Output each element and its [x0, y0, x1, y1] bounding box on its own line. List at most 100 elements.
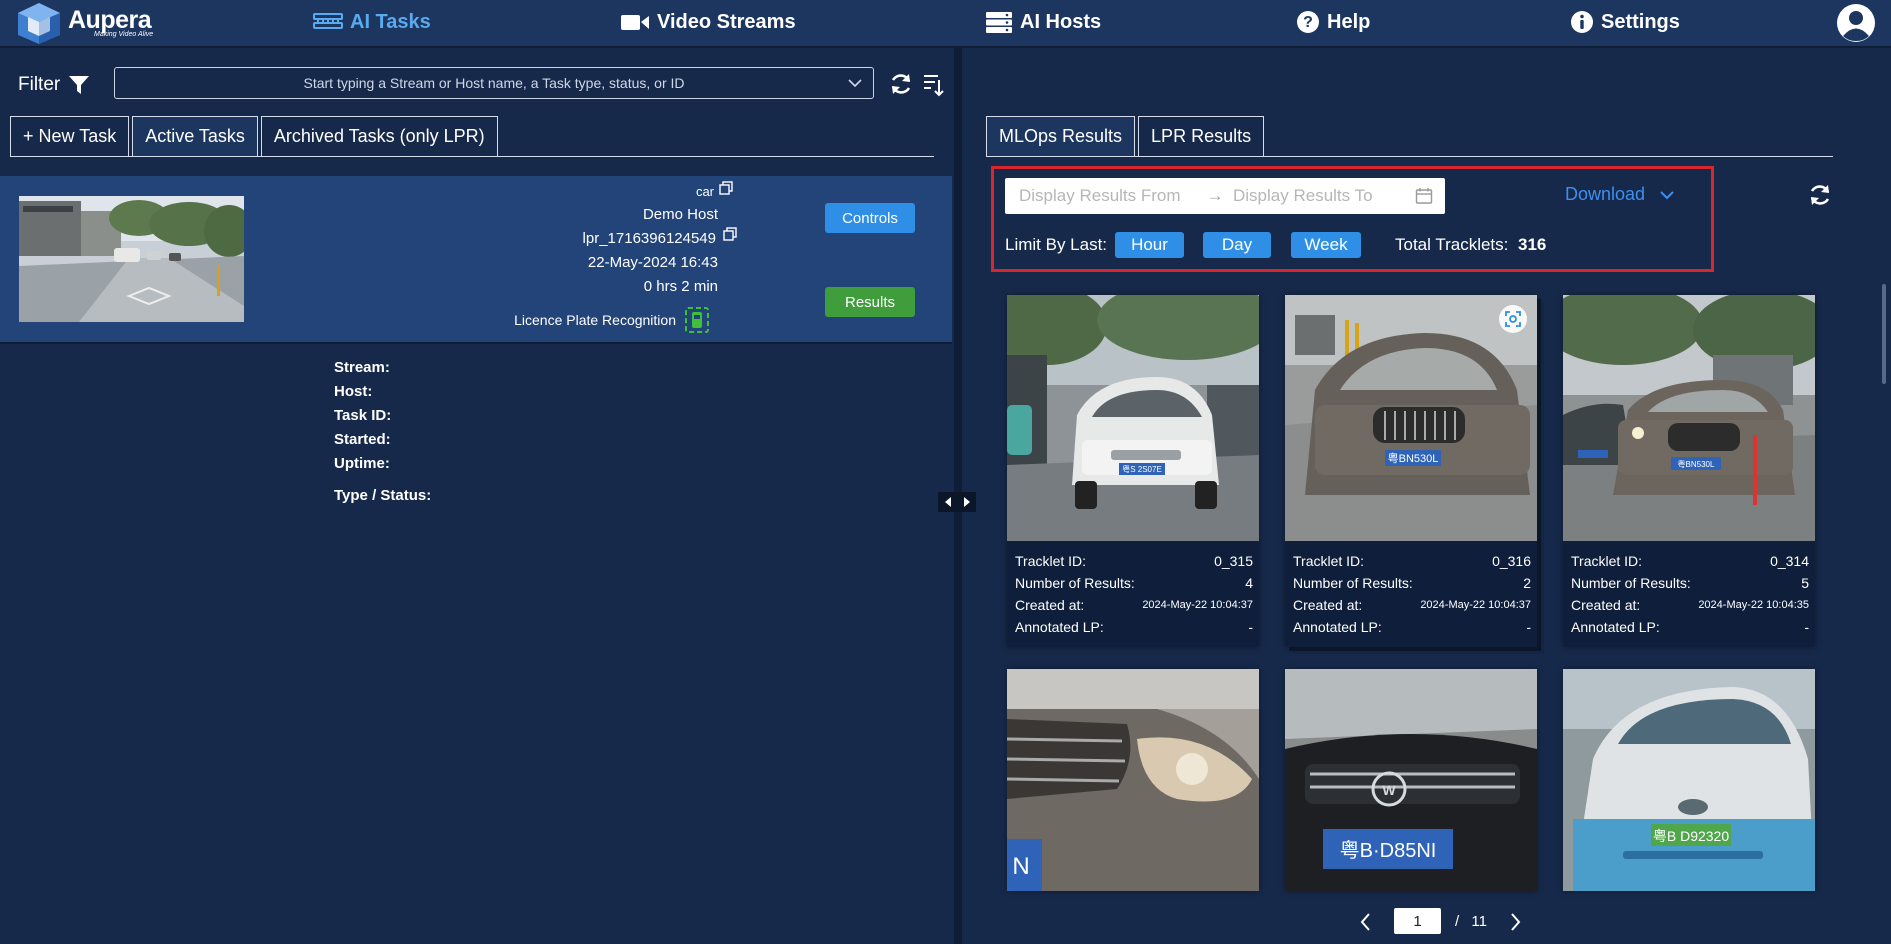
- page-count: 11: [1471, 913, 1487, 930]
- nav-ai-tasks[interactable]: AI Tasks: [313, 0, 431, 44]
- annotated-lp-label: Annotated LP:: [1571, 619, 1660, 635]
- refresh-tasks-button[interactable]: [889, 72, 913, 96]
- tab-mlops-results[interactable]: MLOps Results: [986, 116, 1136, 156]
- next-page-button[interactable]: [1507, 912, 1523, 932]
- tracklet-id-value: 0_315: [1214, 553, 1253, 569]
- tracklet-card[interactable]: 粤BN530L Tracklet ID: 0_314 Number of Resu…: [1563, 295, 1815, 647]
- controls-button[interactable]: Controls: [825, 203, 915, 233]
- tracklet-card-image[interactable]: N: [1007, 669, 1259, 891]
- server-stack-icon: [986, 12, 1012, 33]
- uptime-value: 0 hrs 2 min: [643, 278, 718, 295]
- range-arrow: →: [1206, 186, 1224, 205]
- nav-ai-hosts-label: AI Hosts: [1020, 10, 1102, 33]
- brand-tagline: Making Video Alive: [94, 30, 154, 38]
- num-results-value: 4: [1245, 575, 1253, 591]
- nav-ai-hosts[interactable]: AI Hosts: [985, 0, 1101, 44]
- street-scene-image: [19, 196, 244, 322]
- label-uptime: Uptime:: [334, 455, 390, 472]
- splitter-handle[interactable]: [938, 492, 976, 512]
- label-host: Host:: [334, 383, 373, 400]
- focus-scan-button[interactable]: [1498, 304, 1528, 334]
- nav-video-streams-label: Video Streams: [657, 10, 796, 33]
- page-separator: /: [1455, 913, 1460, 930]
- tab-archived-tasks[interactable]: Archived Tasks (only LPR): [260, 116, 498, 156]
- brand-name: Aupera: [68, 5, 152, 34]
- total-tracklets-value: 316: [1518, 235, 1547, 254]
- filter-search-input[interactable]: Start typing a Stream or Host name, a Ta…: [114, 67, 874, 99]
- host-value: Demo Host: [642, 206, 718, 223]
- tracklet-card[interactable]: 粤S 2S07E Tracklet ID: 0_315 Number of Res…: [1007, 295, 1259, 647]
- filter-funnel-icon: [69, 76, 90, 94]
- results-button[interactable]: Results: [825, 287, 915, 317]
- refresh-icon: [891, 74, 911, 94]
- tracklet-id-label: Tracklet ID:: [1293, 553, 1365, 569]
- cube-logo-icon: [18, 3, 60, 44]
- copy-task-id-button[interactable]: [723, 227, 737, 241]
- question-circle-icon: ?: [1297, 11, 1319, 33]
- nav-help[interactable]: ? Help: [1296, 0, 1370, 44]
- copy-icon: [723, 227, 737, 241]
- tab-active-tasks[interactable]: Active Tasks: [132, 116, 258, 156]
- tracklet-card-image[interactable]: 粤B D92320: [1563, 669, 1815, 891]
- tracklet-id-label: Tracklet ID:: [1015, 553, 1087, 569]
- range-from-input[interactable]: Display Results From: [1019, 186, 1197, 206]
- annotated-lp-value: -: [1526, 619, 1531, 635]
- user-avatar[interactable]: [1836, 3, 1876, 43]
- task-thumbnail[interactable]: [19, 196, 244, 322]
- nav-settings-label: Settings: [1601, 10, 1680, 33]
- task-id-value: lpr_1716396124549: [582, 230, 716, 247]
- video-camera-icon: [621, 15, 649, 30]
- page-number-input[interactable]: 1: [1394, 908, 1441, 934]
- refresh-results-button[interactable]: [1808, 183, 1832, 207]
- annotated-lp-value: -: [1248, 619, 1253, 635]
- tracklet-image[interactable]: 粤S 2S07E: [1007, 295, 1259, 541]
- sort-list-button[interactable]: [921, 71, 945, 97]
- download-dropdown[interactable]: Download: [1565, 184, 1675, 205]
- created-at-label: Created at:: [1571, 597, 1641, 613]
- nav-ai-tasks-label: AI Tasks: [350, 10, 431, 33]
- num-results-value: 5: [1801, 575, 1809, 591]
- tracklet-id-value: 0_316: [1492, 553, 1531, 569]
- tracklet-id-label: Tracklet ID:: [1571, 553, 1643, 569]
- download-label: Download: [1565, 184, 1646, 204]
- created-at-value: 2024-May-22 10:04:37: [1142, 599, 1253, 611]
- user-avatar-icon: [1837, 4, 1875, 42]
- tab-new-task[interactable]: + New Task: [10, 116, 130, 156]
- calendar-icon[interactable]: [1415, 187, 1433, 205]
- tracklet-info: Tracklet ID: 0_315 Number of Results: 4 Cr…: [1015, 550, 1253, 638]
- results-tabs: MLOps Results LPR Results: [986, 116, 1267, 156]
- label-stream: Stream:: [334, 359, 390, 376]
- svg-text:W: W: [1382, 782, 1396, 798]
- aupera-logo[interactable]: Aupera Making Video Alive: [14, 0, 153, 44]
- white-minivan-image: 粤S 2S07E: [1007, 295, 1259, 541]
- created-at-label: Created at:: [1015, 597, 1085, 613]
- limit-day-button[interactable]: Day: [1203, 232, 1271, 258]
- created-at-label: Created at:: [1293, 597, 1363, 613]
- date-range-picker[interactable]: Display Results From → Display Results T…: [1005, 178, 1445, 214]
- range-to-input[interactable]: Display Results To: [1233, 186, 1413, 206]
- num-results-label: Number of Results:: [1571, 575, 1691, 591]
- limit-week-button[interactable]: Week: [1291, 232, 1361, 258]
- chevron-down-icon[interactable]: [847, 75, 863, 91]
- caret-left-icon: [944, 497, 951, 507]
- plate-text: 粤B D92320: [1653, 828, 1729, 844]
- started-value: 22-May-2024 16:43: [587, 254, 718, 271]
- label-started: Started:: [334, 431, 391, 448]
- chevron-left-icon: [1360, 913, 1370, 931]
- limit-hour-button[interactable]: Hour: [1115, 232, 1184, 258]
- caret-right-icon: [963, 497, 970, 507]
- annotated-lp-label: Annotated LP:: [1293, 619, 1382, 635]
- prev-page-button[interactable]: [1358, 912, 1374, 932]
- filter-label-text: Filter: [18, 74, 61, 95]
- scan-focus-icon: [1499, 305, 1527, 333]
- tracklet-image[interactable]: 粤BN530L: [1563, 295, 1815, 541]
- tab-lpr-results[interactable]: LPR Results: [1138, 116, 1265, 156]
- nav-settings[interactable]: Settings: [1570, 0, 1680, 44]
- copy-stream-button[interactable]: [719, 181, 733, 195]
- results-scrollbar[interactable]: [1882, 284, 1886, 384]
- created-at-value: 2024-May-22 10:04:35: [1698, 599, 1809, 611]
- tracklet-card-image[interactable]: W 粤B·D85NI: [1285, 669, 1537, 891]
- plate-text: 粤S 2S07E: [1122, 464, 1162, 474]
- tracklet-card[interactable]: 粤BN530L Tracklet ID: 0_316 Number of Resu…: [1285, 295, 1537, 647]
- nav-video-streams[interactable]: Video Streams: [620, 0, 796, 44]
